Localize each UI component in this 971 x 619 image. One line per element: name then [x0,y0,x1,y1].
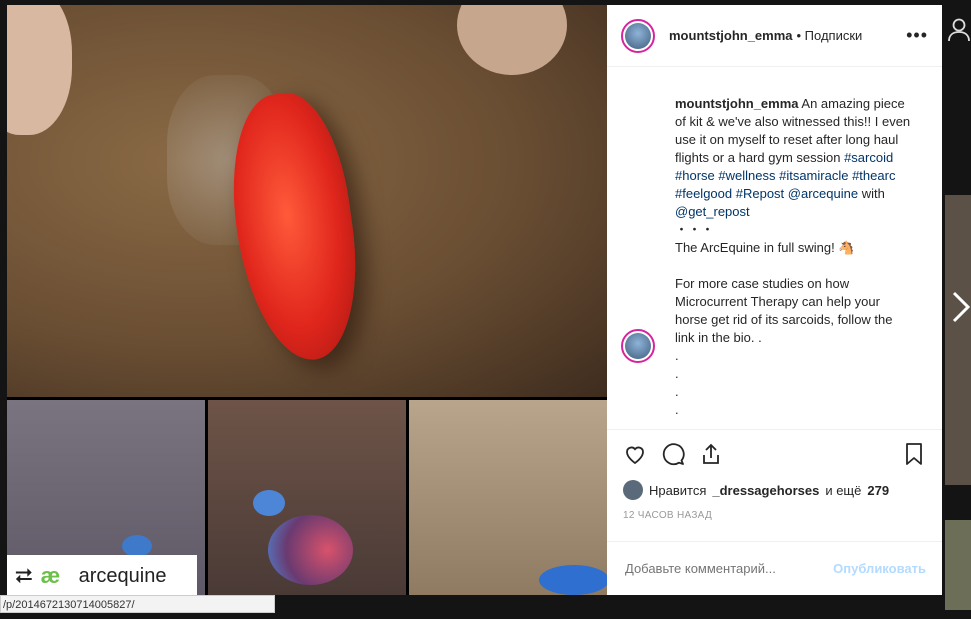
hashtag-link[interactable]: #itsamiracle [779,168,848,183]
caption-line: The ArcEquine in full swing! 🐴 [675,240,855,255]
sarcoid-lesion [218,86,371,368]
post-timestamp[interactable]: 12 ЧАСОВ НАЗАД [623,510,926,521]
caption-line: For more case studies on how Microcurren… [675,276,893,345]
blue-marking [253,490,285,516]
comment-bar: Опубликовать [607,541,942,595]
arcequine-logo: æ [40,563,61,588]
avatar[interactable] [621,18,655,53]
watermark-name: arcequine [78,564,167,587]
comment-icon[interactable] [661,442,685,466]
next-arrow-icon[interactable] [948,290,971,328]
caption-line [675,257,912,275]
liker-avatar[interactable] [623,480,643,500]
caption-line: . [675,384,679,399]
likes-summary: Нравится _dressagehorses и ещё 279 [623,480,926,500]
hashtag-link[interactable]: #wellness [718,168,775,183]
repost-icon: ⮂ [15,563,33,588]
hashtag-link[interactable]: #sarcoid [844,150,893,165]
hashtag-link[interactable]: @get_repost [675,204,750,219]
hand-thumb [457,5,567,75]
hand-finger [7,5,72,135]
profile-icon[interactable] [948,18,970,48]
caption-lines: ・・・ The ArcEquine in full swing! 🐴 For mo… [675,221,912,419]
username-link[interactable]: mountstjohn_emma [669,28,793,43]
liker-username[interactable]: _dressagehorses [712,483,819,498]
caption-line: . [675,402,679,417]
treated-lesion [268,515,353,585]
caption-line: ・・・ [675,222,715,237]
collage-photo-2 [208,400,406,595]
following-button[interactable]: • Подписки [797,28,863,43]
arcequine-watermark: ⮂ æ arcequine [7,555,197,595]
avatar[interactable] [621,329,655,363]
likes-suffix: и ещё [825,482,862,498]
likes-prefix: Нравится [649,482,707,498]
post-modal: ⮂ æ arcequine mountstjohn_emma • Подписк… [7,5,942,595]
post-actions: Нравится _dressagehorses и ещё 279 12 ЧА… [607,429,942,541]
caption-fragment: with [858,186,885,201]
caption-text: mountstjohn_emma An amazing piece of kit… [675,95,912,221]
caption-username[interactable]: mountstjohn_emma [675,96,799,111]
post-comment-button[interactable]: Опубликовать [833,561,926,576]
hashtag-link[interactable]: #feelgood [675,186,732,201]
hashtag-link[interactable]: #horse [675,168,715,183]
caption-line: . [675,366,679,381]
caption-line: . [675,348,679,363]
blue-marking [122,535,152,557]
more-icon[interactable]: ••• [906,25,928,46]
background-post-thumb [945,520,971,610]
hashtag-link[interactable]: #Repost [736,186,784,201]
blue-marking [539,565,607,595]
post-sidebar: mountstjohn_emma • Подписки ••• mountstj… [607,5,942,595]
likes-count[interactable]: 279 [867,483,889,498]
caption-area: mountstjohn_emma An amazing piece of kit… [607,67,942,429]
heart-icon[interactable] [623,442,647,466]
main-photo [7,5,607,397]
collage-photo-3 [409,400,607,595]
post-media[interactable]: ⮂ æ arcequine [7,5,607,595]
post-header: mountstjohn_emma • Подписки ••• [607,5,942,67]
status-bar-url: /p/2014672130714005827/ [0,595,275,613]
share-icon[interactable] [699,442,723,466]
background-post-thumb [945,195,971,485]
bookmark-icon[interactable] [902,442,926,466]
hashtag-link[interactable]: #thearc [852,168,895,183]
hashtag-link[interactable]: @arcequine [788,186,858,201]
comment-input[interactable] [623,560,834,577]
